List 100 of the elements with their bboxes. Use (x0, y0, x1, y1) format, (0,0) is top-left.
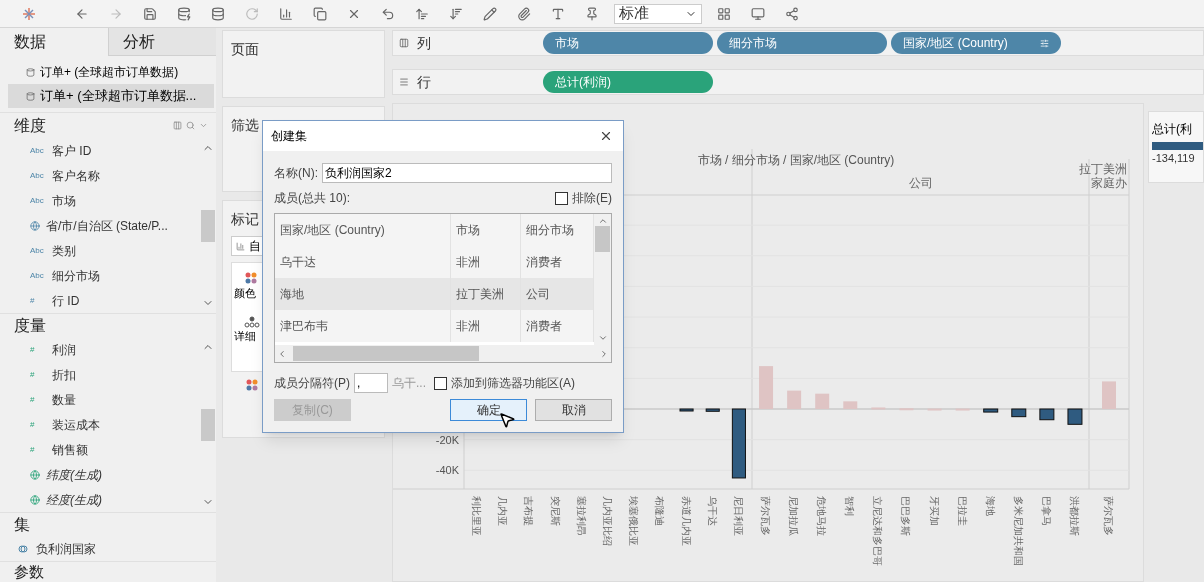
shelf-label: 列 (417, 33, 431, 53)
scroll-left-icon[interactable] (277, 348, 287, 359)
axis-category-label: 突尼斯 (549, 496, 561, 526)
scroll-down-icon[interactable] (597, 333, 608, 343)
view-dropdown[interactable]: 标准 (614, 3, 702, 24)
field-item[interactable]: Abc 细分市场 (0, 263, 200, 288)
field-pill[interactable]: 细分市场 (717, 32, 887, 54)
field-label: 省/市/自治区 (State/P... (46, 217, 168, 235)
scroll-thumb[interactable] (595, 226, 610, 252)
bar[interactable] (1011, 408, 1027, 418)
checkbox-label: 添加到筛选器功能区(A) (451, 375, 575, 392)
field-item[interactable]: # 行 ID (0, 288, 200, 313)
set-icon (18, 543, 28, 554)
scroll-thumb[interactable] (201, 408, 215, 441)
axis-category-label: 利比里亚 (471, 496, 483, 536)
legend-value: -134,119 (1152, 151, 1196, 166)
checkbox[interactable] (434, 376, 447, 390)
detail-icon (244, 315, 260, 328)
table-row[interactable]: 乌干达 非洲 消费者 (275, 246, 594, 278)
table-row[interactable]: 海地 拉丁美洲 公司 (275, 278, 594, 310)
field-label: 销售额 (52, 441, 88, 459)
field-type-icon: Abc (30, 194, 46, 207)
section-title: 度量 (14, 315, 46, 336)
field-item[interactable]: 负利润国家 (0, 536, 216, 561)
field-type-icon: Abc (30, 244, 46, 257)
section-title: 参数 (14, 563, 44, 581)
separator-input[interactable]: , (354, 373, 388, 393)
field-pill[interactable]: 市场 (543, 32, 713, 54)
axis-category-label: 吉布提 (523, 496, 535, 526)
color-legend-icon (245, 378, 259, 392)
color-icon (244, 271, 258, 285)
field-label: 市场 (52, 192, 76, 210)
field-label: 利润 (52, 341, 76, 359)
axis-category-label: 海地 (984, 496, 996, 516)
dialog-button[interactable]: 取消 (535, 399, 612, 421)
field-type-icon: # (30, 418, 46, 431)
axis-category-label: 几内亚比绍 (602, 496, 613, 546)
field-item[interactable]: 纬度(生成) (0, 462, 200, 487)
database-icon (26, 91, 35, 101)
members-label: 成员(总共 10): (274, 190, 350, 207)
bar[interactable] (731, 408, 746, 479)
table-row[interactable]: 津巴布韦 非洲 消费者 (275, 310, 594, 342)
axis-category-label: 洪都拉斯 (1068, 496, 1080, 536)
scroll-up-icon[interactable] (597, 216, 608, 226)
scroll-right-icon[interactable] (599, 348, 609, 359)
color-label[interactable]: 颜色 (234, 285, 256, 302)
field-item[interactable]: Abc 客户 ID (0, 138, 200, 163)
field-item[interactable]: # 利润 (0, 337, 200, 362)
bar[interactable] (679, 408, 694, 412)
field-item[interactable]: Abc 客户名称 (0, 163, 200, 188)
section-title: 集 (14, 514, 30, 535)
axis-category-label: 多米尼加共和国 (1012, 496, 1024, 566)
globe-icon (30, 469, 40, 480)
field-item[interactable]: # 折扣 (0, 362, 200, 387)
field-label: 折扣 (52, 366, 76, 384)
sort-icon[interactable] (1040, 38, 1049, 48)
search-icon[interactable] (186, 121, 195, 130)
vertical-scrollbar[interactable] (594, 214, 611, 345)
scroll-thumb[interactable] (201, 209, 215, 242)
field-label: 成员分隔符(P) (274, 375, 350, 392)
scroll-thumb[interactable] (293, 346, 479, 361)
bar[interactable] (983, 408, 999, 413)
chart-title: 市场 / 细分市场 / 国家/地区 (Country) (697, 153, 895, 167)
logo-icon[interactable] (22, 6, 36, 21)
name-input[interactable]: 负利润国家2 (322, 163, 612, 183)
field-label: 行 ID (52, 292, 80, 310)
data-source-item[interactable]: 订单+ (全球超市订单数据... (8, 84, 214, 108)
detail-label[interactable]: 详细 (234, 327, 256, 344)
panel-tab[interactable]: 分析 (107, 28, 216, 56)
field-item[interactable]: # 装运成本 (0, 412, 200, 437)
bar[interactable] (705, 408, 720, 412)
axis-category-label: 布隆迪 (654, 496, 666, 526)
field-item[interactable]: Abc 类别 (0, 238, 200, 263)
field-type-icon: Abc (30, 169, 46, 182)
field-item[interactable]: # 数量 (0, 387, 200, 412)
field-type-icon: Abc (30, 144, 46, 157)
section-header: 家庭办 (1091, 176, 1127, 190)
card-title: 标记 (231, 210, 259, 229)
bar[interactable] (1039, 408, 1055, 421)
field-label: 经度(生成) (46, 491, 102, 509)
columns-icon (399, 38, 409, 48)
field-item[interactable]: 经度(生成) (0, 487, 200, 512)
close-icon[interactable] (599, 129, 613, 143)
table-cell: 津巴布韦 (275, 310, 451, 342)
field-type-icon: # (30, 294, 46, 307)
axis-category-label: 萨尔瓦多 (760, 496, 772, 536)
shelf-label: 行 (417, 72, 431, 92)
axis-category-label: 牙买加 (928, 496, 940, 526)
checkbox[interactable] (555, 191, 568, 205)
list-view-icon[interactable] (173, 121, 182, 130)
horizontal-scrollbar[interactable] (275, 345, 611, 362)
field-item[interactable]: # 销售额 (0, 437, 200, 462)
data-source-item[interactable]: 订单+ (全球超市订单数据) (8, 60, 214, 84)
caret-icon[interactable] (199, 121, 208, 130)
field-item[interactable]: Abc 市场 (0, 188, 200, 213)
field-type-icon: # (30, 343, 46, 356)
field-type-icon: Abc (30, 269, 46, 282)
field-pill[interactable]: 国家/地区 (Country) (891, 32, 1061, 54)
dialog-button[interactable]: 确定 (450, 399, 527, 421)
field-item[interactable]: 省/市/自治区 (State/P... (0, 213, 200, 238)
